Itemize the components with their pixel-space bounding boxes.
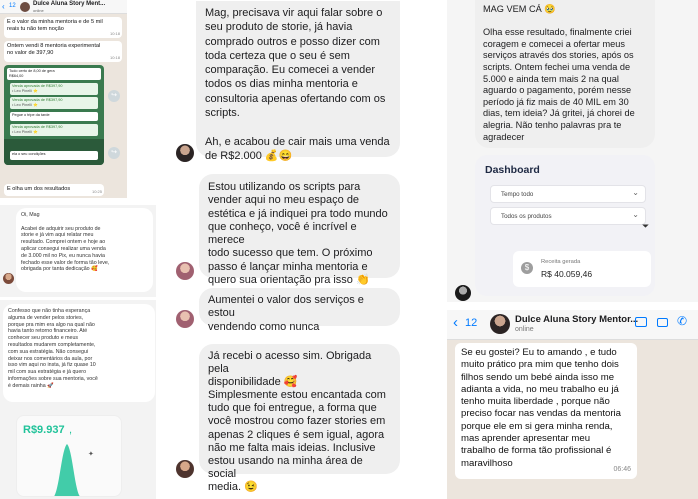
testimonial-text: Estou utilizando os scripts para vender … [208,181,388,287]
message-text: Ontem vendi 8 mentoria experimental no v… [7,43,101,56]
sale-sub: • Leo Pinelli ⭐ [12,102,38,107]
phone-icon[interactable]: ✆ [677,314,687,328]
sale-notification: Venda aprovada de R$397,90 • Leo Pinelli… [10,83,98,95]
balance-amount: R$9.937 [23,424,65,436]
message-bubble: Ontem vendi 8 mentoria experimental no v… [4,41,122,62]
contact-status: online [33,8,44,13]
chevron-down-icon: ⌄ [632,188,639,197]
message-text: E olha um dos resultados [7,186,71,192]
filter-icon[interactable]: ⏷ [642,221,649,232]
sale-notification: Venda aprovada de R$397,90 • Leo Pinelli… [10,124,98,136]
whatsapp-sales-screenshot: ‹ 12 Dulce Aluna Story Ment... online E … [0,0,127,198]
testimonial-bubble: Aumentei o valor dos serviços e estou ve… [199,288,400,333]
testimonial-bubble: Já recebi o acesso sim. Obrigada pela di… [199,344,400,493]
whatsapp-message-screenshot: ‹ 12 Dulce Aluna Story Mentor... online … [447,310,698,499]
dm-text: Confesso que não tinha esperança alguma … [8,308,98,389]
sale-sub: • Leo Pinelli ⭐ [12,129,38,134]
contact-avatar [20,2,30,12]
contact-status: online [515,326,534,333]
chevron-down-icon: ⌄ [632,210,639,219]
pix-balance-image[interactable]: R$9.937 , [16,415,122,497]
dm-text: Oi, Mag Acabei de adquirir seu produto d… [21,212,110,273]
products-select[interactable]: Todos os produtos ⌄ [490,207,646,225]
balance-chart-area [54,444,80,496]
unread-count: 12 [9,3,16,9]
dashboard-card[interactable]: Dashboard Tempo todo ⌄ Todos os produtos… [475,155,655,296]
chat-header: ‹ 12 Dulce Aluna Story Ment... online [0,0,127,14]
revenue-card: $ Receita gerada R$ 40.059,46 [513,251,651,287]
back-chevron-icon[interactable]: ‹ [2,2,5,11]
notification-card: ela o seu condições [10,151,98,160]
sender-avatar [3,273,14,284]
contact-name: Dulce Aluna Story Ment... [33,1,106,7]
sender-avatar [176,262,194,280]
testimonial-text: Mag, precisava vir aqui falar sobre o se… [205,7,390,162]
unread-count: 12 [465,317,478,329]
chat-header: ‹ 12 Dulce Aluna Story Mentor... online … [447,310,698,340]
testimonial-text: Já recebi o acesso sim. Obrigada pela di… [208,350,386,493]
balance-chart [54,444,80,496]
sale-sub: • Leo Pinelli ⭐ [12,88,38,93]
period-select-value: Tempo todo [501,191,534,198]
sender-avatar [176,144,194,162]
pix-logo-icon: ✦ [88,451,94,458]
notification-card: Pegue o tripe da tarde [10,112,98,121]
revenue-label: Receita gerada [541,259,581,265]
forward-icon[interactable]: ↪ [108,147,120,159]
revenue-value: R$ 40.059,46 [541,269,593,279]
instagram-dm-screenshot: Oi, Mag Acabei de adquirir seu produto d… [0,205,156,297]
products-select-value: Todos os produtos [501,213,552,220]
message-time: 10:18 [109,31,120,36]
dm-bubble: MAG VEM CÁ 🥹 Olha esse resultado, finalm… [475,0,655,148]
message-time: 10:25 [91,189,102,194]
notification-text: Pegue o tripe da tarde [12,113,50,117]
message-bubble: E o valor da minha mentoria e de 5 mil r… [4,17,122,38]
message-text: E o valor da minha mentoria e de 5 mil r… [7,19,103,32]
back-chevron-icon[interactable]: ‹ [453,314,458,331]
image-message[interactable]: Tudo certo de 8,00 de gera R$64,00 Venda… [4,65,104,165]
contact-avatar [490,314,510,334]
contact-name: Dulce Aluna Story Mentor... [515,314,639,325]
sale-notification: Venda aprovada de R$397,90 • Leo Pinelli… [10,97,98,109]
money-icon: $ [521,262,533,274]
message-text: Se eu gostei? Eu to amando , e tudo muit… [461,347,621,469]
message-time: 10:18 [109,55,120,60]
notification-text: Tudo certo de 8,00 de gera R$64,00 [9,69,55,78]
instagram-dm-dashboard-screenshot: MAG VEM CÁ 🥹 Olha esse resultado, finalm… [447,0,698,302]
testimonial-bubble: Estou utilizando os scripts para vender … [199,174,400,286]
period-select[interactable]: Tempo todo ⌄ [490,185,646,203]
message-bubble: Se eu gostei? Eu to amando , e tudo muit… [455,343,637,479]
balance-suffix: , [69,424,73,436]
sender-avatar [455,285,471,301]
video-call-icon[interactable] [657,318,668,327]
dm-text: MAG VEM CÁ 🥹 Olha esse resultado, finalm… [483,4,635,142]
forward-icon[interactable]: ↪ [108,90,120,102]
dm-bubble: Confesso que não tinha esperança alguma … [3,304,155,402]
testimonial-bubble: Mag, precisava vir aqui falar sobre o se… [196,1,400,162]
dm-bubble: Oi, Mag Acabei de adquirir seu produto d… [16,208,153,292]
notification-card: Tudo certo de 8,00 de gera R$64,00 [7,68,101,80]
message-bubble: E olha um dos resultados 10:25 [4,184,104,196]
message-time: 06:46 [613,465,631,473]
dashboard-title: Dashboard [485,164,540,176]
store-icon[interactable] [635,317,647,327]
notification-text: ela o seu condições [12,152,46,156]
sender-avatar [176,460,194,478]
instagram-dm-pix-screenshot: Confesso que não tinha esperança alguma … [0,300,156,499]
testimonial-text: Aumentei o valor dos serviços e estou ve… [208,294,364,333]
sender-avatar [176,310,194,328]
